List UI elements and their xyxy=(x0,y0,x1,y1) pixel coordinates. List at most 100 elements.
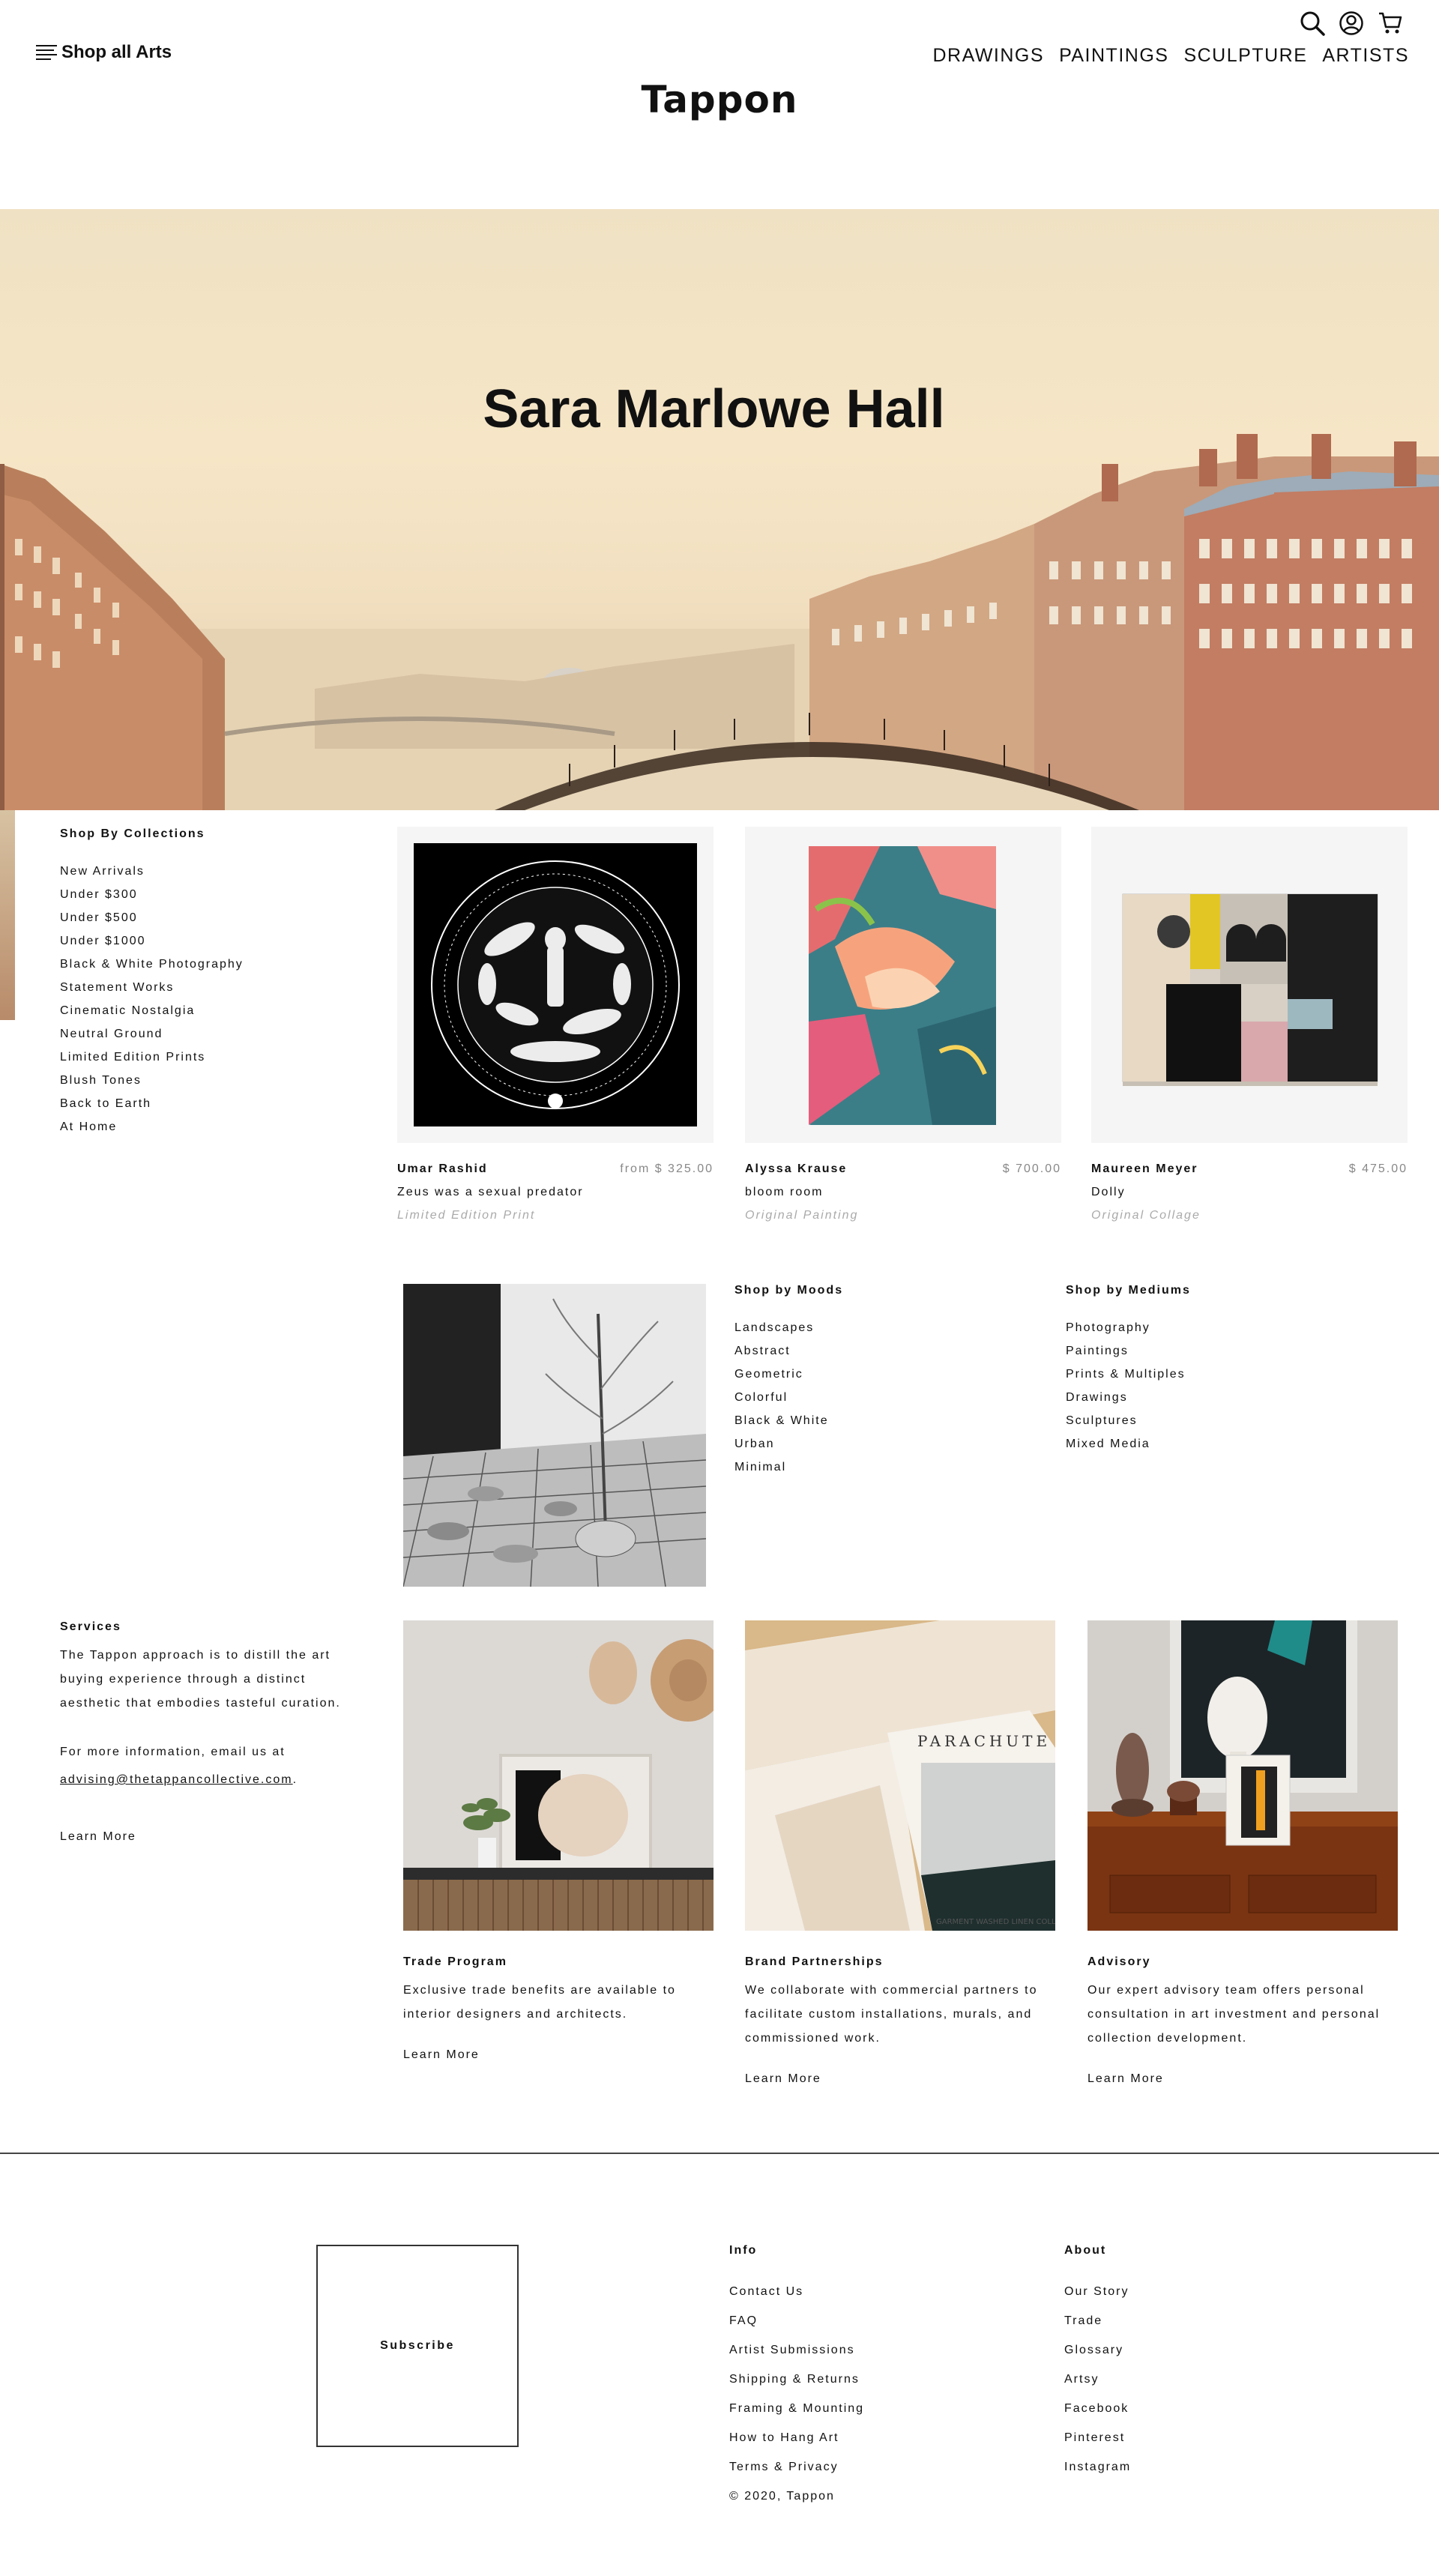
footer-how-to-hang-art[interactable]: How to Hang Art xyxy=(729,2431,839,2445)
product-image-2[interactable] xyxy=(745,827,1061,1143)
collection-under-1000[interactable]: Under $1000 xyxy=(60,935,146,948)
product-price-1: from $ 325.00 xyxy=(620,1162,714,1175)
collection-statement-works[interactable]: Statement Works xyxy=(60,981,174,995)
footer-shipping-returns[interactable]: Shipping & Returns xyxy=(729,2373,860,2386)
advisory-line-1: Our expert advisory team offers personal xyxy=(1087,1984,1365,1997)
footer-artist-submissions[interactable]: Artist Submissions xyxy=(729,2344,855,2357)
trade-program-learn-more[interactable]: Learn More xyxy=(403,2048,480,2062)
collection-neutral-ground[interactable]: Neutral Ground xyxy=(60,1028,163,1041)
mood-urban[interactable]: Urban xyxy=(734,1438,775,1451)
mood-colorful[interactable]: Colorful xyxy=(734,1391,788,1405)
product-artist-1[interactable]: Umar Rashid xyxy=(397,1162,488,1176)
footer-glossary[interactable]: Glossary xyxy=(1064,2344,1123,2357)
collection-new-arrivals[interactable]: New Arrivals xyxy=(60,865,145,878)
services-email-intro: For more information, email us at xyxy=(60,1746,286,1758)
services-heading: Services xyxy=(60,1620,121,1633)
nav-artists[interactable]: ARTISTS xyxy=(1322,45,1409,67)
services-learn-more[interactable]: Learn More xyxy=(60,1830,136,1844)
services-email-row: advising@thetappancollective.com. xyxy=(60,1768,298,1792)
collection-limited-edition-prints[interactable]: Limited Edition Prints xyxy=(60,1051,205,1064)
services-line-3: aesthetic that embodies tasteful curatio… xyxy=(60,1697,341,1710)
collection-back-to-earth[interactable]: Back to Earth xyxy=(60,1097,151,1111)
footer-copyright: © 2020, Tappon xyxy=(729,2490,835,2503)
brand-partnerships-heading: Brand Partnerships xyxy=(745,1955,884,1968)
collection-at-home[interactable]: At Home xyxy=(60,1120,117,1134)
advisory-learn-more[interactable]: Learn More xyxy=(1087,2072,1164,2086)
main-nav: DRAWINGS PAINTINGS SCULPTURE ARTISTS xyxy=(932,45,1409,67)
hero-title: Sara Marlowe Hall xyxy=(483,379,945,439)
zeus-artwork xyxy=(414,843,697,1126)
product-price-2: $ 700.00 xyxy=(1002,1162,1061,1175)
collection-under-300[interactable]: Under $300 xyxy=(60,888,138,902)
medium-sculptures[interactable]: Sculptures xyxy=(1066,1414,1138,1428)
footer-framing-mounting[interactable]: Framing & Mounting xyxy=(729,2402,864,2416)
brand-partnerships-photo: PARACHUTE GARMENT WASHED LINEN COLL xyxy=(745,1620,1055,1931)
services-email-link[interactable]: advising@thetappancollective.com xyxy=(60,1773,293,1786)
product-title-2[interactable]: bloom room xyxy=(745,1186,823,1199)
product-image-1[interactable] xyxy=(397,827,714,1143)
footer-divider xyxy=(0,2153,1439,2154)
services-line-2: buying experience through a distinct xyxy=(60,1673,307,1686)
trade-program-line-1: Exclusive trade benefits are available t… xyxy=(403,1984,676,1997)
product-image-3[interactable] xyxy=(1091,827,1408,1143)
footer-terms-privacy[interactable]: Terms & Privacy xyxy=(729,2461,839,2474)
subscribe-button[interactable]: Subscribe xyxy=(316,2245,519,2447)
product-title-3[interactable]: Dolly xyxy=(1091,1186,1126,1199)
footer-trade[interactable]: Trade xyxy=(1064,2314,1102,2328)
mood-minimal[interactable]: Minimal xyxy=(734,1461,786,1474)
product-title-1[interactable]: Zeus was a sexual predator xyxy=(397,1186,584,1199)
brand-partnerships-line-2: facilitate custom installations, murals,… xyxy=(745,2008,1033,2021)
mood-geometric[interactable]: Geometric xyxy=(734,1368,803,1381)
mood-abstract[interactable]: Abstract xyxy=(734,1345,791,1358)
medium-prints-multiples[interactable]: Prints & Multiples xyxy=(1066,1368,1186,1381)
nav-sculpture[interactable]: SCULPTURE xyxy=(1183,45,1307,67)
medium-mixed-media[interactable]: Mixed Media xyxy=(1066,1438,1150,1451)
mood-landscapes[interactable]: Landscapes xyxy=(734,1321,814,1335)
footer-contact-us[interactable]: Contact Us xyxy=(729,2285,803,2299)
collection-blush-tones[interactable]: Blush Tones xyxy=(60,1074,142,1088)
dolly-artwork xyxy=(1122,893,1378,1086)
advisory-heading: Advisory xyxy=(1087,1955,1151,1968)
header-icons xyxy=(1300,10,1403,36)
search-icon[interactable] xyxy=(1300,10,1325,36)
medium-photography[interactable]: Photography xyxy=(1066,1321,1150,1335)
advisory-line-2: consultation in art investment and perso… xyxy=(1087,2008,1381,2021)
footer-artsy[interactable]: Artsy xyxy=(1064,2373,1099,2386)
footer-our-story[interactable]: Our Story xyxy=(1064,2285,1129,2299)
hero-illustration xyxy=(0,434,1439,810)
services-email-suffix: . xyxy=(292,1773,298,1786)
footer-pinterest[interactable]: Pinterest xyxy=(1064,2431,1125,2445)
collection-cinematic-nostalgia[interactable]: Cinematic Nostalgia xyxy=(60,1004,195,1018)
advisory-photo xyxy=(1087,1620,1398,1931)
product-type-3: Original Collage xyxy=(1091,1209,1201,1222)
shop-all-menu-button[interactable]: Shop all Arts xyxy=(36,42,172,63)
site-logo[interactable]: Tappon xyxy=(0,78,1439,121)
product-artist-2[interactable]: Alyssa Krause xyxy=(745,1162,847,1176)
hero-edge-strip xyxy=(0,810,15,1020)
footer-facebook[interactable]: Facebook xyxy=(1064,2402,1129,2416)
medium-drawings[interactable]: Drawings xyxy=(1066,1391,1128,1405)
mood-black-white[interactable]: Black & White xyxy=(734,1414,829,1428)
trade-program-line-2: interior designers and architects. xyxy=(403,2008,628,2021)
footer-instagram[interactable]: Instagram xyxy=(1064,2461,1131,2474)
moods-feature-image[interactable] xyxy=(403,1284,706,1587)
services-line-1: The Tappon approach is to distill the ar… xyxy=(60,1649,331,1662)
product-type-2: Original Painting xyxy=(745,1209,859,1222)
brand-partnerships-image[interactable]: PARACHUTE GARMENT WASHED LINEN COLL xyxy=(745,1620,1055,1931)
product-price-3: $ 475.00 xyxy=(1348,1162,1408,1175)
medium-paintings[interactable]: Paintings xyxy=(1066,1345,1129,1358)
advisory-line-3: collection development. xyxy=(1087,2032,1248,2045)
collection-bw-photography[interactable]: Black & White Photography xyxy=(60,958,244,971)
cart-icon[interactable] xyxy=(1378,10,1403,36)
advisory-image[interactable] xyxy=(1087,1620,1398,1931)
collection-under-500[interactable]: Under $500 xyxy=(60,911,138,925)
hero-banner xyxy=(0,209,1439,810)
brand-partnerships-learn-more[interactable]: Learn More xyxy=(745,2072,821,2086)
account-icon[interactable] xyxy=(1339,10,1364,36)
product-artist-3[interactable]: Maureen Meyer xyxy=(1091,1162,1198,1176)
nav-drawings[interactable]: DRAWINGS xyxy=(932,45,1044,67)
nav-paintings[interactable]: PAINTINGS xyxy=(1059,45,1168,67)
footer-faq[interactable]: FAQ xyxy=(729,2314,758,2328)
moods-heading: Shop by Moods xyxy=(734,1284,844,1297)
trade-program-image[interactable] xyxy=(403,1620,714,1931)
